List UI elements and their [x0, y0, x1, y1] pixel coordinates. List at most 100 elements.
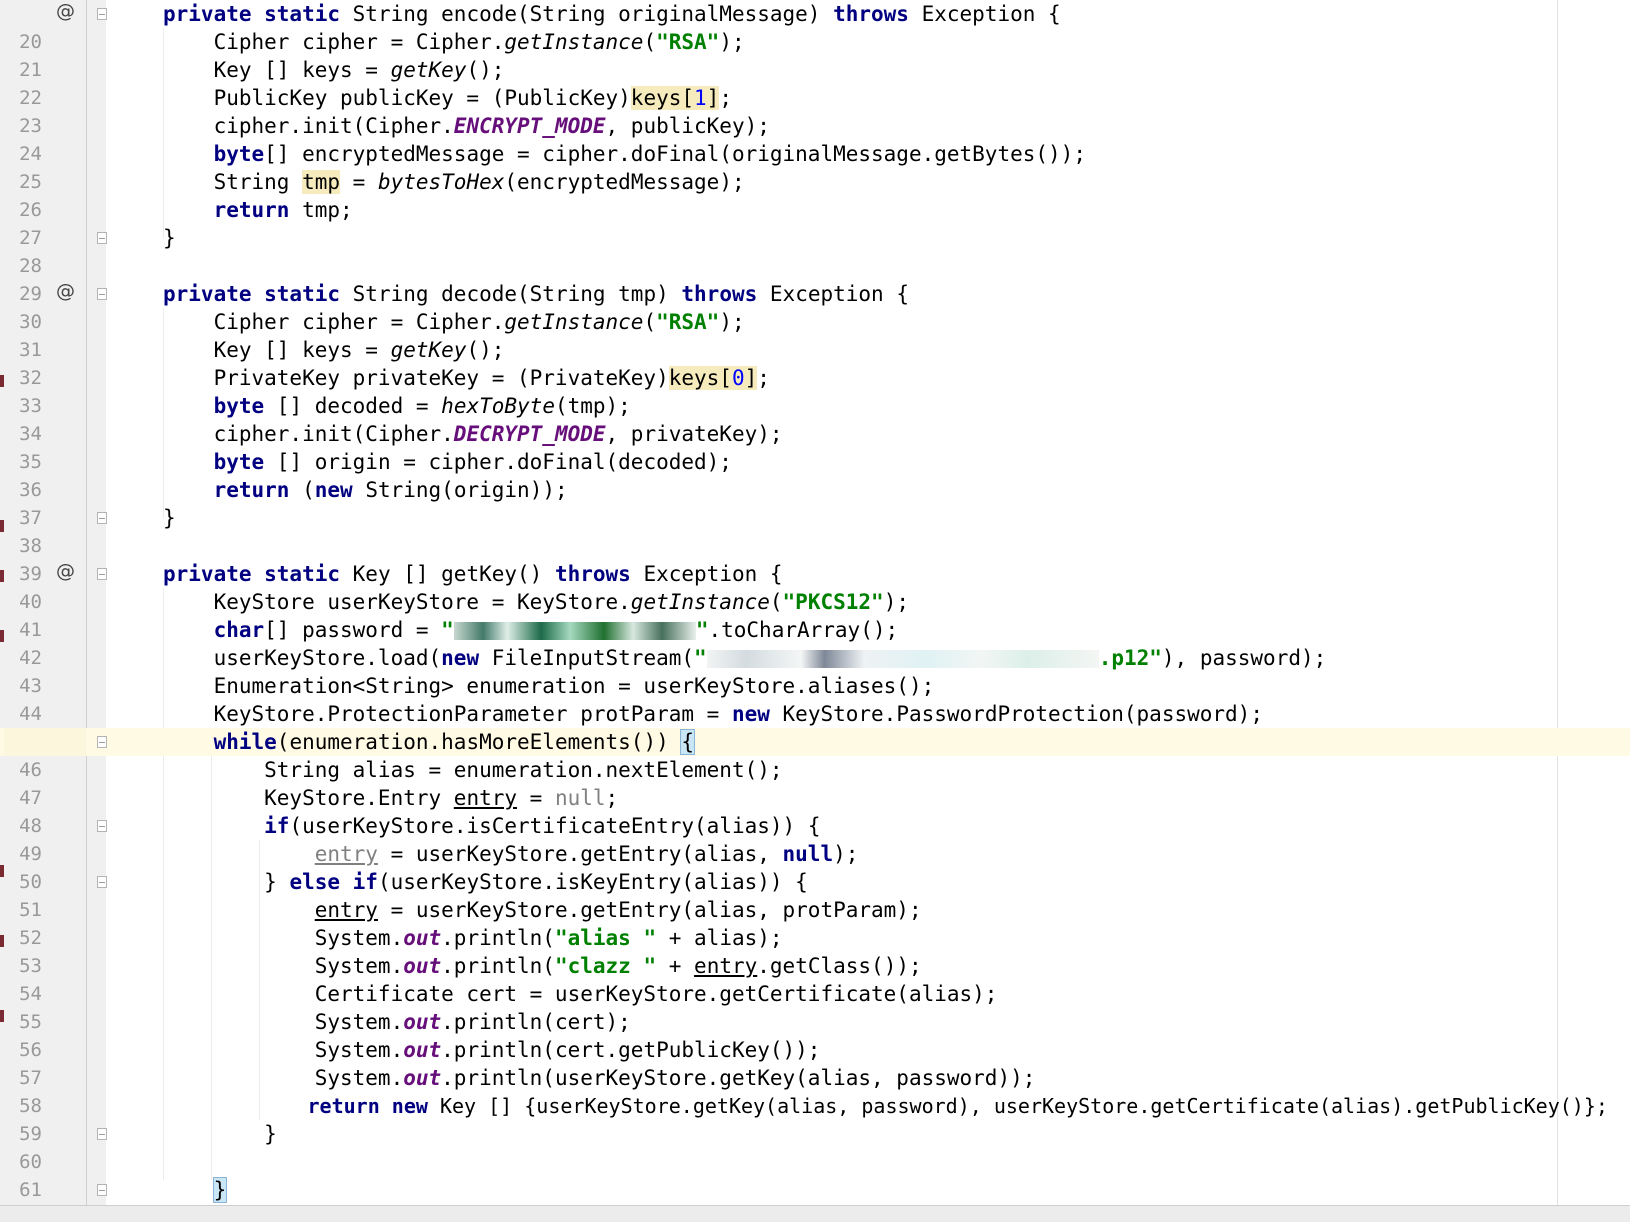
code-text[interactable]: while(enumeration.hasMoreElements()) {	[163, 728, 696, 756]
code-text[interactable]: PublicKey publicKey = (PublicKey)keys[1]…	[163, 84, 732, 112]
code-line[interactable]: 50 entry = userKeyStore.getEntry(alias, …	[0, 840, 1630, 893]
code-text[interactable]: char[] password = " ".toCharArray();	[163, 616, 899, 644]
code-line[interactable]: 23 PublicKey publicKey = (PublicKey)keys…	[0, 84, 1630, 137]
fold-marker-icon[interactable]	[97, 1128, 107, 1140]
code-line[interactable]: 57 System.out.println(cert.getPublicKey(…	[0, 1036, 1630, 1089]
code-line[interactable]: 61	[0, 1148, 1630, 1201]
code-text[interactable]: Enumeration<String> enumeration = userKe…	[163, 672, 935, 700]
code-line[interactable]: 49 if(userKeyStore.isCertificateEntry(al…	[0, 812, 1630, 865]
code-line[interactable]: 22 Key [] keys = getKey();	[0, 56, 1630, 109]
code-line[interactable]: 42 char[] password = " ".toCharArray();	[0, 616, 1630, 669]
code-line-current[interactable]: 46 while(enumeration.hasMoreElements()) …	[0, 728, 1630, 781]
code-line[interactable]: 58 System.out.println(userKeyStore.getKe…	[0, 1064, 1630, 1117]
fold-marker-icon[interactable]	[97, 568, 107, 580]
code-line[interactable]: 53 System.out.println("alias " + alias);	[0, 924, 1630, 977]
code-text[interactable]: byte [] origin = cipher.doFinal(decoded)…	[163, 448, 732, 476]
code-text[interactable]: }	[163, 504, 176, 532]
code-line[interactable]: 32 Key [] keys = getKey();	[0, 336, 1630, 389]
fold-marker-icon[interactable]	[97, 820, 107, 832]
code-line[interactable]: 35 cipher.init(Cipher.DECRYPT_MODE, priv…	[0, 420, 1630, 473]
line-number-cell: 60	[4, 1120, 86, 1173]
code-text[interactable]: byte [] decoded = hexToByte(tmp);	[163, 392, 631, 420]
line-number-cell: 62	[4, 1176, 86, 1222]
code-line[interactable]: 27 return tmp;	[0, 196, 1630, 249]
fold-marker-icon[interactable]	[97, 736, 107, 748]
fold-marker-icon[interactable]	[97, 232, 107, 244]
code-line[interactable]: 21 Cipher cipher = Cipher.getInstance("R…	[0, 28, 1630, 81]
code-text[interactable]: byte[] encryptedMessage = cipher.doFinal…	[163, 140, 1086, 168]
fold-marker-icon[interactable]	[97, 512, 107, 524]
code-text[interactable]: return new Key [] {userKeyStore.getKey(a…	[163, 1092, 1608, 1120]
fold-marker-icon[interactable]	[97, 288, 107, 300]
code-text[interactable]: System.out.println(userKeyStore.getKey(a…	[163, 1064, 1036, 1092]
code-text[interactable]: System.out.println("clazz " + entry.getC…	[163, 952, 922, 980]
code-text[interactable]: return tmp;	[163, 196, 353, 224]
code-line[interactable]: 34 byte [] decoded = hexToByte(tmp);	[0, 392, 1630, 445]
code-text[interactable]: private static String decode(String tmp)…	[163, 280, 909, 308]
code-text[interactable]: Cipher cipher = Cipher.getInstance("RSA"…	[163, 28, 745, 56]
code-line[interactable]: 59 return new Key [] {userKeyStore.getKe…	[0, 1092, 1630, 1145]
code-editor[interactable]: 20 @ private static String encode(String…	[0, 0, 1630, 1222]
code-text[interactable]: userKeyStore.load(new FileInputStream(".…	[163, 644, 1327, 672]
code-text[interactable]: private static Key [] getKey() throws Ex…	[163, 560, 783, 588]
code-text[interactable]: KeyStore.ProtectionParameter protParam =…	[163, 700, 1263, 728]
override-icon[interactable]: @	[56, 277, 75, 305]
code-text[interactable]: KeyStore.Entry entry = null;	[163, 784, 618, 812]
code-text[interactable]: String alias = enumeration.nextElement()…	[163, 756, 782, 784]
code-line[interactable]: 41 KeyStore userKeyStore = KeyStore.getI…	[0, 588, 1630, 641]
code-line[interactable]: 52 entry = userKeyStore.getEntry(alias, …	[0, 896, 1630, 949]
code-text[interactable]: entry = userKeyStore.getEntry(alias, nul…	[163, 840, 859, 868]
code-text[interactable]: }	[163, 1176, 228, 1204]
code-line[interactable]: 60 }	[0, 1120, 1630, 1173]
code-line[interactable]: 20 @ private static String encode(String…	[0, 0, 1630, 53]
code-text[interactable]: return (new String(origin));	[163, 476, 568, 504]
code-text[interactable]: cipher.init(Cipher.ENCRYPT_MODE, publicK…	[163, 112, 770, 140]
code-line[interactable]: 30 @ private static String decode(String…	[0, 277, 1630, 333]
fold-marker-icon[interactable]	[97, 876, 107, 888]
code-text[interactable]: Certificate cert = userKeyStore.getCerti…	[163, 980, 998, 1008]
code-text[interactable]: PrivateKey privateKey = (PrivateKey)keys…	[163, 364, 770, 392]
code-line[interactable]: 45 KeyStore.ProtectionParameter protPara…	[0, 700, 1630, 753]
code-line[interactable]: 43 userKeyStore.load(new FileInputStream…	[0, 644, 1630, 697]
code-line[interactable]: 48 KeyStore.Entry entry = null;	[0, 784, 1630, 837]
code-text[interactable]: System.out.println(cert);	[163, 1008, 631, 1036]
code-text[interactable]: if(userKeyStore.isCertificateEntry(alias…	[163, 812, 820, 840]
code-text[interactable]: String tmp = bytesToHex(encryptedMessage…	[163, 168, 745, 196]
code-line[interactable]: 47 String alias = enumeration.nextElemen…	[0, 756, 1630, 809]
code-line[interactable]: 31 Cipher cipher = Cipher.getInstance("R…	[0, 308, 1630, 361]
code-line[interactable]: 51 } else if(userKeyStore.isKeyEntry(ali…	[0, 868, 1630, 921]
code-text[interactable]: }	[163, 224, 176, 252]
code-text[interactable]: Key [] keys = getKey();	[163, 56, 505, 84]
code-text[interactable]: cipher.init(Cipher.DECRYPT_MODE, private…	[163, 420, 783, 448]
code-line[interactable]: 39	[0, 532, 1630, 585]
code-text[interactable]: Cipher cipher = Cipher.getInstance("RSA"…	[163, 308, 745, 336]
code-line[interactable]: 28 }	[0, 224, 1630, 277]
code-line[interactable]: 54 System.out.println("clazz " + entry.g…	[0, 952, 1630, 1005]
code-line[interactable]: 29	[0, 252, 1630, 305]
code-line[interactable]: 36 byte [] origin = cipher.doFinal(decod…	[0, 448, 1630, 501]
code-line[interactable]: 56 System.out.println(cert);	[0, 1008, 1630, 1061]
code-line[interactable]: 26 String tmp = bytesToHex(encryptedMess…	[0, 168, 1630, 221]
code-text[interactable]: System.out.println(cert.getPublicKey());	[163, 1036, 821, 1064]
code-text[interactable]: entry = userKeyStore.getEntry(alias, pro…	[163, 896, 922, 924]
code-line[interactable]: 44 Enumeration<String> enumeration = use…	[0, 672, 1630, 725]
code-text[interactable]: KeyStore userKeyStore = KeyStore.getInst…	[163, 588, 909, 616]
override-icon[interactable]: @	[56, 557, 75, 585]
code-text[interactable]: }	[163, 1120, 277, 1148]
fold-marker-icon[interactable]	[97, 1184, 107, 1196]
code-text[interactable]: } else if(userKeyStore.isKeyEntry(alias)…	[163, 868, 808, 896]
override-icon[interactable]: @	[56, 0, 75, 25]
code-line[interactable]: 37 return (new String(origin));	[0, 476, 1630, 529]
fold-marker-icon[interactable]	[97, 8, 107, 20]
horizontal-scrollbar[interactable]	[0, 1205, 1630, 1222]
code-line[interactable]: 40 @ private static Key [] getKey() thro…	[0, 557, 1630, 613]
code-line[interactable]: 24 cipher.init(Cipher.ENCRYPT_MODE, publ…	[0, 112, 1630, 165]
code-line[interactable]: 38 }	[0, 504, 1630, 557]
code-text[interactable]: System.out.println("alias " + alias);	[163, 924, 783, 952]
code-line[interactable]: 55 Certificate cert = userKeyStore.getCe…	[0, 980, 1630, 1033]
code-line[interactable]: 62 }	[0, 1176, 1630, 1222]
code-text[interactable]: Key [] keys = getKey();	[163, 336, 505, 364]
code-line[interactable]: 33 PrivateKey privateKey = (PrivateKey)k…	[0, 364, 1630, 417]
code-line[interactable]: 25 byte[] encryptedMessage = cipher.doFi…	[0, 140, 1630, 193]
code-text[interactable]: private static String encode(String orig…	[163, 0, 1061, 28]
